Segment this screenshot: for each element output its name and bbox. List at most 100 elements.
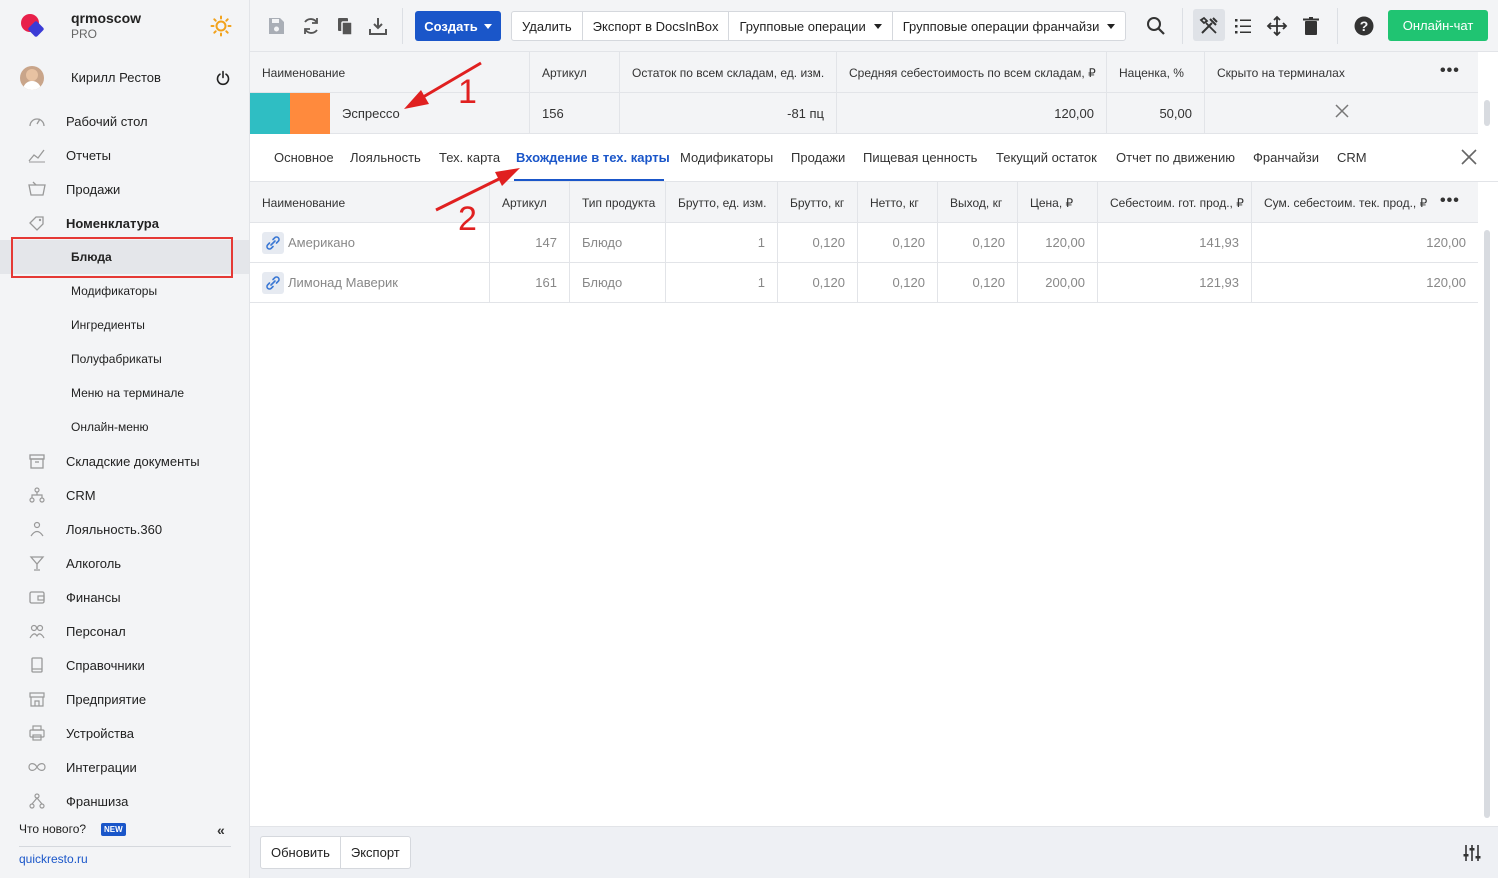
sidebar-item-sales[interactable]: Продажи <box>0 172 249 206</box>
power-icon[interactable] <box>215 70 231 86</box>
column-header[interactable]: Наценка, % <box>1107 52 1205 93</box>
sidebar-item-online-menu[interactable]: Онлайн-меню <box>0 410 249 444</box>
scrollbar[interactable] <box>1484 100 1490 126</box>
cell-article: 147 <box>490 223 570 263</box>
link-icon[interactable] <box>262 272 284 294</box>
more-options-icon[interactable]: ••• <box>1440 62 1460 80</box>
sidebar-item-finance[interactable]: Финансы <box>0 580 249 614</box>
table-row[interactable]: Эспрессо 156 -81 пц 120,00 50,00 <box>250 93 1478 134</box>
sidebar-item-franchise[interactable]: Франшиза <box>0 784 249 818</box>
sidebar-item-reports[interactable]: Отчеты <box>0 138 249 172</box>
column-header[interactable]: Нетто, кг <box>858 182 938 223</box>
sidebar-item-staff[interactable]: Персонал <box>0 614 249 648</box>
online-chat-button[interactable]: Онлайн-чат <box>1388 10 1488 41</box>
trash-icon[interactable] <box>1300 15 1322 37</box>
export-docsinbox-button[interactable]: Экспорт в DocsInBox <box>583 12 730 40</box>
cross-icon <box>1335 104 1349 118</box>
sidebar-item-references[interactable]: Справочники <box>0 648 249 682</box>
close-icon[interactable] <box>1460 148 1478 166</box>
dashboard-icon <box>29 118 45 127</box>
more-options-icon[interactable]: ••• <box>1440 192 1460 210</box>
sidebar-item-enterprise[interactable]: Предприятие <box>0 682 249 716</box>
new-badge: NEW <box>101 823 126 836</box>
group-operations-dropdown[interactable]: Групповые операции <box>729 12 893 40</box>
tab-tech-card[interactable]: Тех. карта <box>439 150 500 165</box>
brand-header[interactable]: qrmoscow PRO <box>0 0 249 52</box>
cell-type: Блюдо <box>570 223 666 263</box>
tab-current-stock[interactable]: Текущий остаток <box>996 150 1097 165</box>
delete-button[interactable]: Удалить <box>512 12 583 40</box>
crm-icon <box>29 487 45 503</box>
infinity-icon <box>28 763 46 771</box>
column-header[interactable]: Цена, ₽ <box>1018 182 1098 223</box>
sidebar-item-warehouse-docs[interactable]: Складские документы <box>0 444 249 478</box>
copy-icon[interactable] <box>334 15 356 37</box>
footer-bar: Обновить Экспорт <box>250 826 1498 878</box>
column-header[interactable]: Наименование <box>250 52 530 93</box>
column-header[interactable]: Средняя себестоимость по всем складам, ₽ <box>837 52 1107 93</box>
tab-main[interactable]: Основное <box>274 150 334 165</box>
export-button[interactable]: Экспорт <box>341 837 410 868</box>
sidebar-item-crm[interactable]: CRM <box>0 478 249 512</box>
tab-crm[interactable]: CRM <box>1337 150 1367 165</box>
column-header[interactable]: Артикул <box>490 182 570 223</box>
sidebar-item-semi-finished[interactable]: Полуфабрикаты <box>0 342 249 376</box>
tab-nutrition[interactable]: Пищевая ценность <box>863 150 977 165</box>
sidebar-item-nomenclature[interactable]: Номенклатура <box>0 206 249 240</box>
sidebar-item-ingredients[interactable]: Ингредиенты <box>0 308 249 342</box>
collapse-sidebar-icon[interactable]: « <box>217 822 225 838</box>
toolbar: Создать Удалить Экспорт в DocsInBox Груп… <box>250 0 1498 52</box>
search-icon[interactable] <box>1145 15 1167 37</box>
cell-name: Лимонад Маверик <box>250 263 490 303</box>
sidebar-item-terminal-menu[interactable]: Меню на терминале <box>0 376 249 410</box>
cell-cost-sum: 120,00 <box>1426 275 1466 290</box>
sidebar-item-loyalty[interactable]: Лояльность.360 <box>0 512 249 546</box>
help-icon[interactable]: ? <box>1353 15 1375 37</box>
column-header[interactable]: Брутто, кг <box>778 182 858 223</box>
sidebar-item-modifiers[interactable]: Модификаторы <box>0 274 249 308</box>
whats-new-link[interactable]: Что нового? <box>19 822 86 836</box>
link-icon[interactable] <box>262 232 284 254</box>
avatar[interactable] <box>20 66 44 90</box>
column-header[interactable]: Себестоим. гот. прод., ₽ <box>1098 182 1252 223</box>
tab-sales[interactable]: Продажи <box>791 150 845 165</box>
refresh-button[interactable]: Обновить <box>261 837 341 868</box>
svg-text:?: ? <box>1360 18 1369 34</box>
column-header[interactable]: Брутто, ед. изм. <box>666 182 778 223</box>
column-header[interactable]: Наименование <box>250 182 490 223</box>
column-header[interactable]: Остаток по всем складам, ед. изм. <box>620 52 837 93</box>
site-link[interactable]: quickresto.ru <box>19 852 88 866</box>
download-icon[interactable] <box>367 15 389 37</box>
column-header[interactable]: Скрыто на терминалах <box>1205 52 1478 93</box>
tools-icon[interactable] <box>1198 15 1220 37</box>
tab-tech-card-usage[interactable]: Вхождение в тех. карты <box>516 150 670 165</box>
table-row[interactable]: Лимонад Маверик 161 Блюдо 1 0,120 0,120 … <box>250 263 1478 303</box>
list-icon[interactable] <box>1232 15 1254 37</box>
theme-sun-icon[interactable] <box>210 15 232 37</box>
sidebar-item-dashboard[interactable]: Рабочий стол <box>0 104 249 138</box>
save-icon[interactable] <box>265 15 287 37</box>
refresh-icon[interactable] <box>300 15 322 37</box>
table-row[interactable]: Американо 147 Блюдо 1 0,120 0,120 0,120 … <box>250 223 1478 263</box>
group-operations-franchise-dropdown[interactable]: Групповые операции франчайзи <box>893 12 1126 40</box>
sidebar-item-alcohol[interactable]: Алкоголь <box>0 546 249 580</box>
toolbar-separator <box>1182 8 1183 44</box>
tab-franchise[interactable]: Франчайзи <box>1253 150 1319 165</box>
column-header[interactable]: Выход, кг <box>938 182 1018 223</box>
column-header[interactable]: Артикул <box>530 52 620 93</box>
move-icon[interactable] <box>1266 15 1288 37</box>
tab-movement-report[interactable]: Отчет по движению <box>1116 150 1235 165</box>
create-button[interactable]: Создать <box>415 11 501 41</box>
sliders-icon[interactable] <box>1462 843 1482 863</box>
column-header[interactable]: Тип продукта <box>570 182 666 223</box>
tab-modifiers[interactable]: Модификаторы <box>680 150 773 165</box>
tab-loyalty[interactable]: Лояльность <box>350 150 421 165</box>
sidebar-item-integrations[interactable]: Интеграции <box>0 750 249 784</box>
scrollbar[interactable] <box>1484 230 1490 818</box>
cell-name: Американо <box>250 223 490 263</box>
color-swatch <box>250 93 290 134</box>
staff-icon <box>29 624 45 639</box>
sidebar-item-devices[interactable]: Устройства <box>0 716 249 750</box>
sidebar-item-dishes[interactable]: Блюда <box>0 240 249 274</box>
footer-button-group: Обновить Экспорт <box>260 836 411 869</box>
